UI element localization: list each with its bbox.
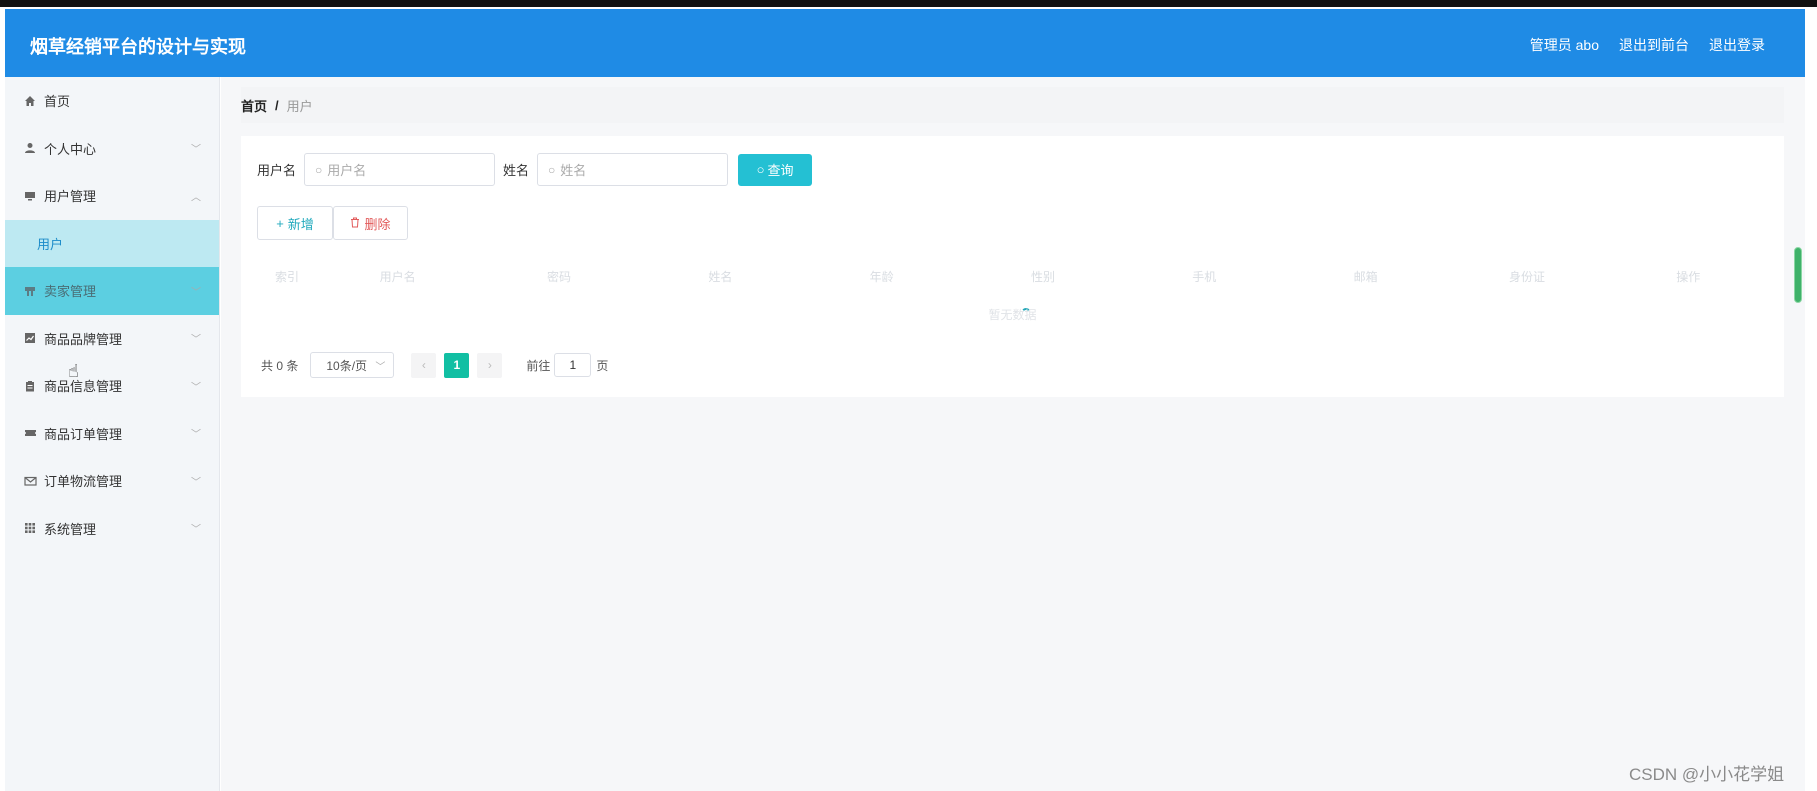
username-placeholder: 用户名	[327, 163, 367, 178]
mouse-cursor-icon: ☝	[68, 361, 79, 381]
sidebar-item-home[interactable]: 首页	[5, 77, 219, 125]
column-header: 索引	[274, 269, 299, 284]
breadcrumb: 首页 / 用户	[241, 87, 1784, 123]
next-page-button[interactable]: ›	[477, 352, 503, 378]
sidebar-item-logistics-mgmt[interactable]: 订单物流管理 ﹀	[5, 457, 219, 505]
chevron-up-icon: ︿	[191, 192, 201, 204]
sidebar-item-system-mgmt[interactable]: 系统管理 ﹀	[5, 505, 219, 553]
chevron-down-icon: ﹀	[191, 382, 201, 394]
sidebar-item-users[interactable]: 用户	[5, 219, 219, 267]
front-link[interactable]: 退出到前台	[1619, 35, 1689, 55]
search-icon: ○	[756, 162, 765, 177]
sidebar-item-label: 个人中心	[44, 141, 97, 157]
sidebar: 首页 个人中心 ﹀ 用户管理 ︿ 用户 卖家管理 ﹀ 商品品牌管理 ﹀ 商品信息…	[5, 77, 220, 791]
name-search-input[interactable]: ○ 姓名	[537, 153, 729, 186]
empty-text: 暂无数据	[988, 308, 1037, 322]
query-button[interactable]: ○ 查询	[738, 153, 813, 186]
sidebar-item-seller-mgmt[interactable]: 卖家管理 ﹀	[5, 267, 219, 315]
chevron-down-icon: ﹀	[191, 477, 201, 489]
home-icon	[23, 94, 37, 108]
sidebar-item-label: 系统管理	[44, 521, 97, 537]
add-button-label: 新增	[287, 216, 314, 232]
watermark: CSDN @小小花学姐	[1629, 765, 1785, 784]
sidebar-item-user-mgmt[interactable]: 用户管理 ︿	[5, 172, 219, 220]
sidebar-item-label: 商品订单管理	[44, 426, 123, 442]
chart-icon	[23, 331, 37, 345]
sidebar-item-label: 订单物流管理	[44, 474, 123, 490]
grid-icon	[23, 521, 37, 535]
page-size-value: 10条/页	[326, 358, 368, 373]
sidebar-item-label: 卖家管理	[44, 284, 97, 300]
page-number-button[interactable]: 1	[444, 352, 470, 378]
column-header: 密码	[546, 269, 571, 284]
add-button[interactable]: + 新增	[257, 206, 333, 240]
sidebar-item-order-mgmt[interactable]: 商品订单管理 ﹀	[5, 410, 219, 458]
sidebar-item-product-mgmt[interactable]: 商品信息管理 ﹀	[5, 362, 219, 410]
table-header: 索引 用户名 密码 姓名 年龄 性别 手机 邮箱 身份证 操作	[257, 258, 1769, 294]
content-panel: 用户名 ○ 用户名 姓名 ○ 姓名 ○ 查询 + 新增 删除 索引 用户名 密码…	[241, 136, 1784, 397]
delete-button[interactable]: 删除	[333, 206, 408, 240]
window-top-border	[0, 0, 1817, 7]
column-header: 邮箱	[1353, 269, 1378, 284]
goto-page-input[interactable]: 1	[554, 353, 592, 377]
sidebar-item-label: 用户管理	[44, 189, 97, 205]
prev-page-button[interactable]: ‹	[411, 352, 437, 378]
chevron-down-icon: ﹀	[191, 524, 201, 536]
total-count: 共 0 条	[261, 358, 299, 373]
top-header: 烟草经销平台的设计与实现 管理员 abo 退出到前台 退出登录	[5, 9, 1805, 77]
page-size-select[interactable]: 10条/页 ﹀	[310, 352, 395, 378]
search-row: 用户名 ○ 用户名 姓名 ○ 姓名 ○ 查询	[257, 153, 813, 186]
sidebar-item-brand-mgmt[interactable]: 商品品牌管理 ﹀	[5, 315, 219, 363]
user-icon	[23, 141, 37, 155]
search-icon: ○	[315, 162, 323, 177]
column-header: 身份证	[1508, 269, 1545, 284]
delete-button-label: 删除	[364, 216, 391, 232]
search-icon: ○	[548, 162, 556, 177]
scrollbar[interactable]	[1794, 247, 1802, 303]
breadcrumb-home[interactable]: 首页	[241, 96, 267, 115]
column-header: 用户名	[379, 269, 416, 284]
page-suffix: 页	[596, 358, 609, 373]
sidebar-item-label: 用户	[37, 236, 64, 252]
column-header: 性别	[1030, 269, 1055, 284]
breadcrumb-current: 用户	[286, 98, 313, 114]
name-placeholder: 姓名	[560, 163, 587, 178]
admin-label: 管理员 abo	[1529, 37, 1599, 53]
header-right: 管理员 abo 退出到前台 退出登录	[1530, 35, 1765, 55]
monitor-icon	[23, 189, 37, 203]
name-label: 姓名	[503, 163, 530, 178]
chevron-down-icon: ﹀	[191, 144, 201, 156]
goto-label: 前往	[526, 358, 551, 373]
clipboard-icon	[23, 379, 37, 393]
query-button-label: 查询	[767, 163, 794, 178]
breadcrumb-separator: /	[275, 97, 279, 113]
sidebar-item-label: 商品信息管理	[44, 379, 123, 395]
ticket-icon	[23, 426, 37, 440]
chevron-down-icon: ﹀	[191, 429, 201, 441]
column-header: 年龄	[869, 269, 894, 284]
username-label: 用户名	[257, 163, 297, 178]
mail-icon	[23, 474, 37, 488]
main-content: 首页 / 用户 用户名 ○ 用户名 姓名 ○ 姓名 ○ 查询 + 新增 删除 索…	[221, 77, 1805, 791]
plus-icon: +	[276, 215, 284, 231]
sidebar-item-personal[interactable]: 个人中心 ﹀	[5, 125, 219, 173]
action-row: + 新增 删除	[257, 206, 408, 240]
sidebar-item-label: 商品品牌管理	[44, 331, 123, 347]
column-header: 姓名	[708, 269, 733, 284]
app-title: 烟草经销平台的设计与实现	[30, 37, 246, 57]
username-search-input[interactable]: ○ 用户名	[304, 153, 496, 186]
chevron-down-icon: ﹀	[191, 334, 201, 346]
chevron-down-icon: ﹀	[375, 361, 386, 373]
column-header: 手机	[1192, 269, 1217, 284]
trash-icon	[350, 216, 360, 231]
logout-link[interactable]: 退出登录	[1709, 35, 1765, 55]
pagination: 共 0 条 10条/页 ﹀ ‹ 1 › 前往 1 页	[261, 352, 608, 378]
column-header: 操作	[1676, 269, 1701, 284]
sidebar-item-label: 首页	[44, 94, 71, 110]
chevron-down-icon: ﹀	[191, 287, 201, 299]
desk-icon	[23, 284, 37, 298]
